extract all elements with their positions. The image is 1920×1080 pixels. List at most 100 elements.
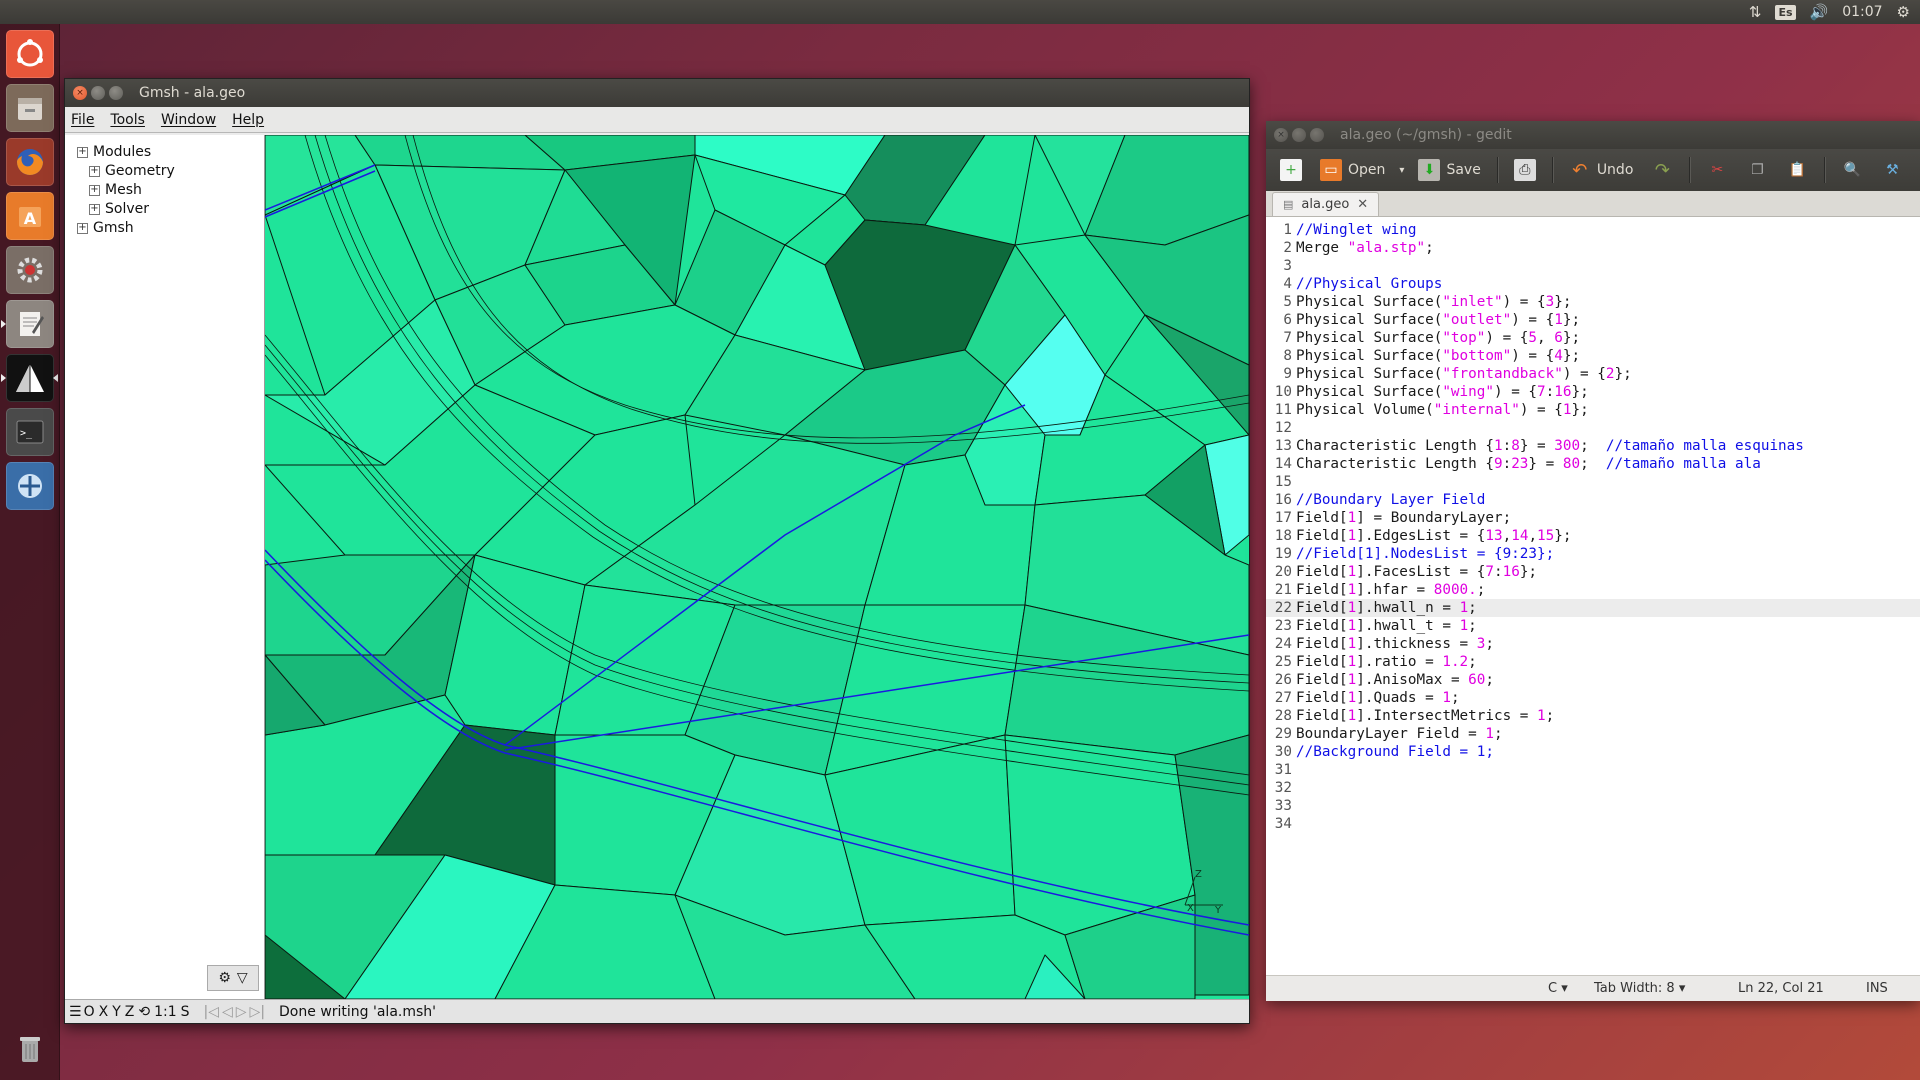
code-editor[interactable]: 1//Winglet wing 2 Merge "ala.stp"; 3 4//Phys…	[1266, 217, 1920, 975]
copy-button[interactable]: ❐	[1740, 155, 1774, 185]
code-line[interactable]: 12	[1266, 419, 1920, 437]
code-line[interactable]: 20 Field[1].FacesList = {7:16};	[1266, 563, 1920, 581]
gmsh-graphics-canvas[interactable]: X Y Z	[265, 135, 1249, 999]
options-gear-button[interactable]: ⚙ ▽	[207, 965, 259, 991]
last-step-icon[interactable]: ▷|	[250, 1004, 265, 1020]
save-button[interactable]: ⬇ Save	[1412, 155, 1486, 185]
tree-item-gmsh[interactable]: + Gmsh	[77, 219, 134, 237]
code-line[interactable]: 2 Merge "ala.stp";	[1266, 239, 1920, 257]
print-button[interactable]: ⎙	[1508, 155, 1542, 185]
code-line[interactable]: 25 Field[1].ratio = 1.2;	[1266, 653, 1920, 671]
code-line[interactable]: 21 Field[1].hfar = 8000.;	[1266, 581, 1920, 599]
code-line[interactable]: 34	[1266, 815, 1920, 833]
rotate-icon[interactable]: ⟲	[138, 1004, 150, 1020]
text-editor-icon[interactable]	[6, 300, 54, 348]
code-line[interactable]: 7 Physical Surface("top") = {5, 6};	[1266, 329, 1920, 347]
tree-item-solver[interactable]: + Solver	[89, 200, 149, 218]
code-line[interactable]: 15	[1266, 473, 1920, 491]
code-line[interactable]: 9 Physical Surface("frontandback") = {2};	[1266, 365, 1920, 383]
close-icon[interactable]: ×	[1274, 128, 1288, 142]
system-gear-icon[interactable]: ⚙	[1897, 2, 1910, 22]
code-line[interactable]: 32	[1266, 779, 1920, 797]
menu-window[interactable]: Window	[161, 112, 216, 128]
tree-item-geometry[interactable]: + Geometry	[89, 162, 175, 180]
paste-button[interactable]: 📋	[1780, 155, 1814, 185]
tab-ala-geo[interactable]: ▤ ala.geo ✕	[1272, 192, 1380, 216]
code-line[interactable]: 10 Physical Surface("wing") = {7:16};	[1266, 383, 1920, 401]
open-recent-dropdown[interactable]: ▾	[1397, 155, 1406, 185]
redo-button[interactable]: ↷	[1645, 155, 1679, 185]
gmsh-icon[interactable]	[6, 354, 54, 402]
language-selector[interactable]: C ▾	[1548, 981, 1568, 996]
code-line[interactable]: 28 Field[1].IntersectMetrics = 1;	[1266, 707, 1920, 725]
dash-home-icon[interactable]	[6, 30, 54, 78]
code-line[interactable]: 5 Physical Surface("inlet") = {3};	[1266, 293, 1920, 311]
code-line[interactable]: 22 Field[1].hwall_n = 1;	[1266, 599, 1920, 617]
view-z-button[interactable]: Z	[125, 1004, 135, 1020]
maximize-icon[interactable]	[109, 86, 123, 100]
code-line[interactable]: 3	[1266, 257, 1920, 275]
expand-icon[interactable]: +	[77, 222, 88, 234]
code-line[interactable]: 29 BoundaryLayer Field = 1;	[1266, 725, 1920, 743]
terminal-icon[interactable]: >_	[6, 408, 54, 456]
expand-icon[interactable]: +	[89, 203, 100, 215]
close-icon[interactable]: ×	[73, 86, 87, 100]
new-document-button[interactable]: +	[1274, 155, 1308, 185]
code-line[interactable]: 11 Physical Volume("internal") = {1};	[1266, 401, 1920, 419]
open-button[interactable]: ▭ Open	[1314, 155, 1391, 185]
clock[interactable]: 01:07	[1842, 4, 1882, 20]
code-line[interactable]: 30//Background Field = 1;	[1266, 743, 1920, 761]
play-icon[interactable]: ▷	[236, 1004, 247, 1020]
keyboard-layout-indicator[interactable]: Es	[1775, 2, 1796, 22]
code-line[interactable]: 17 Field[1] = BoundaryLayer;	[1266, 509, 1920, 527]
find-button[interactable]: 🔍	[1835, 155, 1869, 185]
tree-item-mesh[interactable]: + Mesh	[89, 181, 142, 199]
menu-file[interactable]: File	[71, 112, 94, 128]
view-s-button[interactable]: S	[181, 1004, 190, 1020]
view-y-button[interactable]: Y	[112, 1004, 121, 1020]
code-line[interactable]: 13 Characteristic Length {1:8} = 300; //t…	[1266, 437, 1920, 455]
trash-icon[interactable]	[6, 1024, 54, 1072]
gedit-titlebar[interactable]: × ala.geo (~/gmsh) - gedit	[1266, 121, 1920, 149]
tree-item-modules[interactable]: + Modules	[77, 143, 151, 161]
network-updown-icon[interactable]: ⇅	[1749, 2, 1762, 22]
code-line[interactable]: 1//Winglet wing	[1266, 221, 1920, 239]
view-x-button[interactable]: X	[99, 1004, 109, 1020]
tab-close-icon[interactable]: ✕	[1357, 197, 1368, 212]
replace-button[interactable]: ⚒	[1875, 155, 1909, 185]
code-line[interactable]: 19//Field[1].NodesList = {9:23};	[1266, 545, 1920, 563]
minimize-icon[interactable]	[91, 86, 105, 100]
scale-1-1-button[interactable]: 1:1	[154, 1004, 177, 1020]
tab-width-selector[interactable]: Tab Width: 8 ▾	[1594, 981, 1685, 996]
software-center-icon[interactable]: A	[6, 192, 54, 240]
expand-icon[interactable]: +	[89, 165, 100, 177]
code-line[interactable]: 27 Field[1].Quads = 1;	[1266, 689, 1920, 707]
minimize-icon[interactable]	[1292, 128, 1306, 142]
first-step-icon[interactable]: |◁	[204, 1004, 219, 1020]
remote-desktop-icon[interactable]	[6, 462, 54, 510]
files-icon[interactable]	[6, 84, 54, 132]
expand-icon[interactable]: +	[77, 146, 88, 158]
system-settings-icon[interactable]	[6, 246, 54, 294]
view-origin-button[interactable]: O	[84, 1004, 95, 1020]
code-line[interactable]: 23 Field[1].hwall_t = 1;	[1266, 617, 1920, 635]
code-line[interactable]: 18 Field[1].EdgesList = {13,14,15};	[1266, 527, 1920, 545]
cut-button[interactable]: ✂	[1700, 155, 1734, 185]
firefox-icon[interactable]	[6, 138, 54, 186]
code-line[interactable]: 31	[1266, 761, 1920, 779]
code-line[interactable]: 26 Field[1].AnisoMax = 60;	[1266, 671, 1920, 689]
code-line[interactable]: 14 Characteristic Length {9:23} = 80; //t…	[1266, 455, 1920, 473]
code-line[interactable]: 4//Physical Groups	[1266, 275, 1920, 293]
menu-help[interactable]: Help	[232, 112, 264, 128]
code-line[interactable]: 16//Boundary Layer Field	[1266, 491, 1920, 509]
code-line[interactable]: 6 Physical Surface("outlet") = {1};	[1266, 311, 1920, 329]
maximize-icon[interactable]	[1310, 128, 1324, 142]
volume-icon[interactable]: 🔊	[1810, 2, 1829, 22]
gmsh-titlebar[interactable]: × Gmsh - ala.geo	[65, 79, 1249, 107]
undo-button[interactable]: ↶ Undo	[1563, 155, 1640, 185]
code-line[interactable]: 33	[1266, 797, 1920, 815]
prev-step-icon[interactable]: ◁	[222, 1004, 233, 1020]
expand-icon[interactable]: +	[89, 184, 100, 196]
status-menu-icon[interactable]: ☰	[69, 1004, 82, 1020]
code-line[interactable]: 24 Field[1].thickness = 3;	[1266, 635, 1920, 653]
